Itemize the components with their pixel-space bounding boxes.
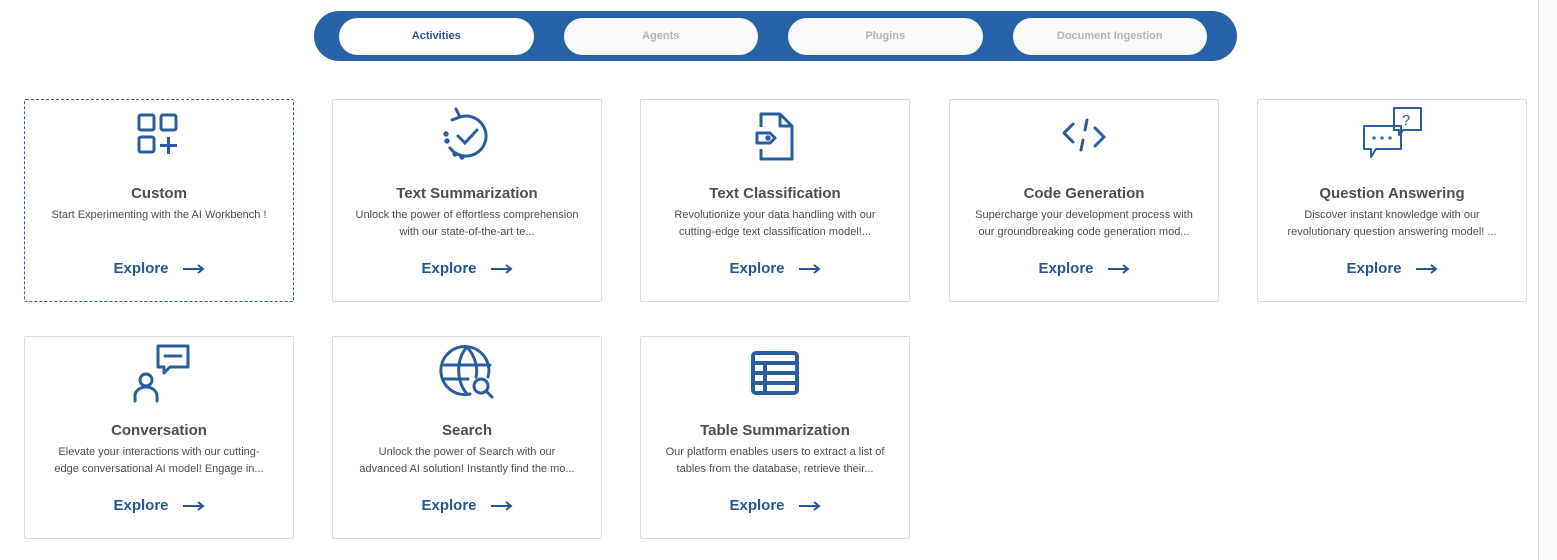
explore-button[interactable]: Explore (25, 497, 293, 514)
arrow-right-icon (182, 263, 205, 274)
arrow-right-icon (182, 500, 205, 511)
explore-label: Explore (729, 260, 785, 277)
card-description: Unlock the power of effortless comprehen… (355, 209, 579, 238)
card-title: Text Classification (709, 185, 841, 202)
card-description: Supercharge your development process wit… (975, 209, 1193, 238)
code-icon (1053, 104, 1115, 166)
card-description: Our platform enables users to extract a … (665, 446, 885, 475)
arrow-right-icon (490, 500, 513, 511)
card-title: Question Answering (1319, 185, 1465, 202)
arrow-right-icon (798, 500, 821, 511)
explore-button[interactable]: Explore (641, 260, 909, 277)
card-search[interactable]: Search Unlock the power of Search with o… (332, 336, 602, 539)
tab-document-ingestion[interactable]: Document Ingestion (1012, 17, 1207, 55)
card-title: Conversation (111, 422, 207, 439)
card-conversation[interactable]: Conversation Elevate your interactions w… (24, 336, 294, 539)
explore-button[interactable]: Explore (25, 260, 293, 277)
card-title: Code Generation (1023, 185, 1145, 202)
arrow-right-icon (798, 263, 821, 274)
explore-button[interactable]: Explore (641, 497, 909, 514)
right-edge-panel (1538, 0, 1557, 560)
refresh-check-icon (436, 104, 498, 166)
arrow-right-icon (490, 263, 513, 274)
card-description: Revolutionize your data handling with ou… (674, 209, 876, 238)
explore-label: Explore (421, 260, 477, 277)
card-title: Search (441, 422, 493, 439)
explore-button[interactable]: Explore (1258, 260, 1526, 277)
svg-text:?: ? (1402, 112, 1410, 129)
card-table-summarization[interactable]: Table Summarization Our platform enables… (640, 336, 910, 539)
arrow-right-icon (1415, 263, 1438, 274)
explore-label: Explore (421, 497, 477, 514)
card-code-generation[interactable]: Code Generation Supercharge your develop… (949, 99, 1219, 302)
tab-activities[interactable]: Activities (339, 17, 534, 55)
tab-agents[interactable]: Agents (563, 17, 758, 55)
globe-search-icon (436, 341, 498, 403)
explore-label: Explore (729, 497, 785, 514)
card-description: Unlock the power of Search with our adva… (359, 446, 575, 475)
card-title: Table Summarization (700, 422, 850, 439)
card-description: Start Experimenting with the AI Workbenc… (51, 209, 267, 221)
explore-label: Explore (1346, 260, 1402, 277)
explore-label: Explore (113, 497, 169, 514)
table-icon (744, 341, 806, 403)
explore-button[interactable]: Explore (950, 260, 1218, 277)
card-text-summarization[interactable]: Text Summarization Unlock the power of e… (332, 99, 602, 302)
explore-button[interactable]: Explore (333, 497, 601, 514)
card-question-answering[interactable]: ? Question Answering Discover instant kn… (1257, 99, 1527, 302)
chat-question-icon: ? (1361, 104, 1423, 166)
explore-label: Explore (113, 260, 169, 277)
card-text-classification[interactable]: Text Classification Revolutionize your d… (640, 99, 910, 302)
document-tag-icon (744, 104, 806, 166)
card-title: Custom (131, 185, 187, 202)
arrow-right-icon (1107, 263, 1130, 274)
explore-label: Explore (1038, 260, 1094, 277)
grid-plus-icon (128, 104, 190, 166)
card-custom[interactable]: Custom Start Experimenting with the AI W… (24, 99, 294, 302)
person-chat-icon (128, 341, 190, 403)
tab-plugins[interactable]: Plugins (788, 17, 983, 55)
explore-button[interactable]: Explore (333, 260, 601, 277)
card-title: Text Summarization (396, 185, 538, 202)
card-description: Discover instant knowledge with our revo… (1287, 209, 1497, 238)
card-description: Elevate your interactions with our cutti… (54, 446, 264, 475)
tab-bar: Activities Agents Plugins Document Inges… (314, 11, 1237, 61)
